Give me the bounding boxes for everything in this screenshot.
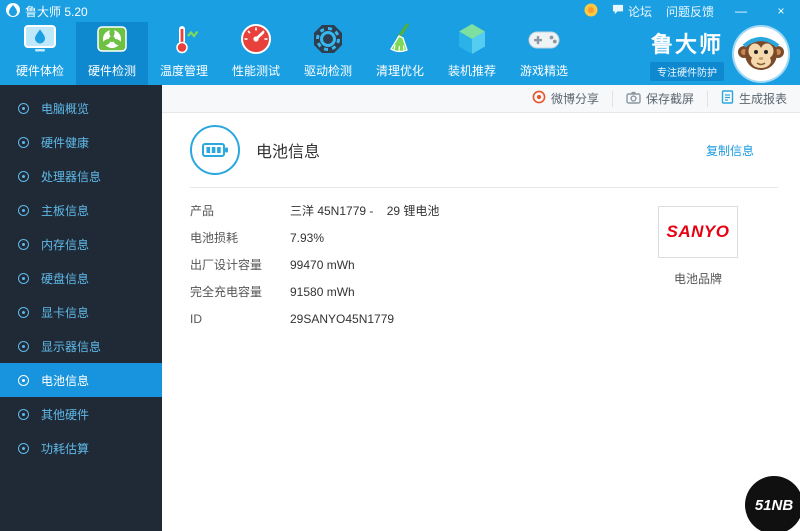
nav-item-label: 硬件体检 — [15, 64, 64, 78]
broom-icon — [382, 21, 418, 60]
mascot-avatar[interactable] — [734, 26, 788, 81]
action-toolbar: 微博分享 保存截屏 生成报表 — [162, 85, 800, 113]
sidebar-item-motherboard-info[interactable]: 主板信息 — [0, 193, 162, 227]
close-button[interactable]: × — [768, 0, 794, 22]
detail-row-wear: 电池损耗 7.93% — [190, 231, 325, 245]
brand-area: 鲁大师 专注硬件防护 — [650, 22, 800, 85]
app-window: 鲁大师 5.20 论坛 问题反馈 — × 硬件体检 硬件检测 温度管理 性能测试… — [0, 0, 800, 531]
thermometer-icon — [166, 21, 202, 60]
battery-info-panel: 电池信息 复制信息 产品 三洋 45N1779 - 29 锂电池 电池损耗 7.93… — [162, 113, 800, 531]
nav-item-temperature[interactable]: 温度管理 — [148, 22, 220, 85]
battery-detail-list: 产品 三洋 45N1779 - 29 锂电池 电池损耗 7.93% 出厂设计容量 99… — [190, 204, 638, 339]
titlebar-actions: 论坛 问题反馈 — × — [584, 0, 794, 22]
chat-bubble-icon — [612, 4, 624, 18]
circle-dot-icon — [18, 272, 29, 284]
gear-icon — [310, 21, 346, 60]
monitor-drop-icon — [22, 21, 58, 60]
circle-dot-icon — [18, 204, 29, 216]
brand-subtitle: 专注硬件防护 — [650, 61, 724, 81]
sidebar-item-disk-info[interactable]: 硬盘信息 — [0, 261, 162, 295]
sidebar: 电脑概览 硬件健康 处理器信息 主板信息 内存信息 硬盘信息 显卡信息 显示器信… — [0, 85, 162, 531]
circle-dot-icon — [18, 238, 29, 250]
minimize-button[interactable]: — — [728, 0, 754, 22]
nav-item-label: 清理优化 — [375, 64, 424, 78]
forum-link[interactable]: 论坛 — [612, 3, 652, 20]
nav-item-game-picks[interactable]: 游戏精选 — [508, 22, 580, 85]
circle-dot-icon — [18, 374, 29, 386]
nav-item-hardware-checkup[interactable]: 硬件体检 — [4, 22, 76, 85]
sidebar-item-computer-overview[interactable]: 电脑概览 — [0, 91, 162, 125]
app-title: 鲁大师 5.20 — [25, 4, 88, 19]
nav-item-build-recommend[interactable]: 装机推荐 — [436, 22, 508, 85]
detail-row-design-capacity: 出厂设计容量 99470 mWh — [190, 258, 355, 272]
nav-item-hardware-detect[interactable]: 硬件检测 — [76, 22, 148, 85]
circle-dot-icon — [18, 442, 29, 454]
gauge-icon — [238, 21, 274, 60]
nav-item-label: 游戏精选 — [519, 64, 568, 78]
weibo-icon — [532, 90, 546, 107]
sidebar-item-battery-info[interactable]: 电池信息 — [0, 363, 162, 397]
sidebar-item-memory-info[interactable]: 内存信息 — [0, 227, 162, 261]
report-icon — [721, 90, 734, 107]
circle-dot-icon — [18, 408, 29, 420]
nav-item-label: 装机推荐 — [447, 64, 496, 78]
51nb-watermark: 51NB — [745, 476, 800, 531]
nav-item-label: 性能测试 — [231, 64, 280, 78]
detail-row-id: ID 29SANYO45N1779 — [190, 312, 395, 326]
nav-item-driver-detect[interactable]: 驱动检测 — [292, 22, 364, 85]
circle-dot-icon — [18, 340, 29, 352]
brand-title: 鲁大师 — [650, 31, 723, 57]
sidebar-item-hardware-health[interactable]: 硬件健康 — [0, 125, 162, 159]
circle-dot-icon — [18, 170, 29, 182]
battery-icon — [190, 125, 240, 175]
panel-header: 电池信息 复制信息 — [190, 125, 780, 175]
sidebar-item-power-estimate[interactable]: 功耗估算 — [0, 431, 162, 465]
divider — [190, 187, 778, 188]
battery-brand-caption: 电池品牌 — [673, 272, 722, 286]
circle-dot-icon — [18, 136, 29, 148]
app-logo-icon — [6, 2, 20, 20]
detail-row-full-charge-capacity: 完全充电容量 91580 mWh — [190, 285, 355, 299]
titlebar: 鲁大师 5.20 论坛 问题反馈 — × — [0, 0, 800, 22]
nav-item-performance-test[interactable]: 性能测试 — [220, 22, 292, 85]
promo-icon[interactable] — [584, 3, 598, 20]
circle-dot-icon — [18, 306, 29, 318]
sidebar-item-other-hardware[interactable]: 其他硬件 — [0, 397, 162, 431]
nav-item-cleanup[interactable]: 清理优化 — [364, 22, 436, 85]
sidebar-item-cpu-info[interactable]: 处理器信息 — [0, 159, 162, 193]
circle-dot-icon — [18, 102, 29, 114]
nav-item-label: 硬件检测 — [87, 64, 136, 78]
cube-icon — [454, 21, 490, 60]
page-title: 电池信息 — [256, 144, 321, 161]
camera-icon — [626, 90, 641, 107]
feedback-link[interactable]: 问题反馈 — [666, 3, 714, 20]
top-nav: 硬件体检 硬件检测 温度管理 性能测试 驱动检测 清理优化 装机推荐 游戏精选 … — [0, 22, 800, 85]
sidebar-item-gpu-info[interactable]: 显卡信息 — [0, 295, 162, 329]
nav-item-label: 温度管理 — [159, 64, 208, 78]
gpu-fan-icon — [94, 21, 130, 60]
gamepad-icon — [526, 21, 562, 60]
save-screenshot-button[interactable]: 保存截屏 — [611, 90, 707, 107]
generate-report-button[interactable]: 生成报表 — [706, 90, 800, 107]
battery-brand-block: SANYO 电池品牌 — [638, 204, 758, 287]
copy-info-link[interactable]: 复制信息 — [706, 142, 754, 159]
sanyo-logo: SANYO — [658, 206, 738, 258]
nav-item-label: 驱动检测 — [303, 64, 352, 78]
brand-text: 鲁大师 专注硬件防护 — [650, 27, 724, 81]
sidebar-item-monitor-info[interactable]: 显示器信息 — [0, 329, 162, 363]
detail-row-product: 产品 三洋 45N1779 - 29 锂电池 — [190, 204, 440, 218]
weibo-share-button[interactable]: 微博分享 — [519, 90, 612, 107]
